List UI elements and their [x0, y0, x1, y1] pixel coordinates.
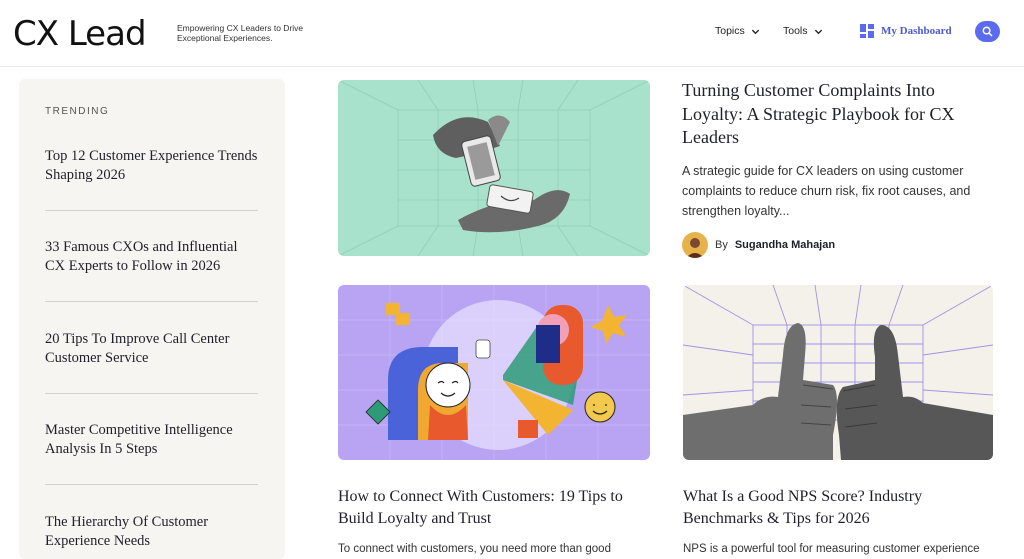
- article-image[interactable]: [338, 285, 650, 460]
- featured-article-title[interactable]: Turning Customer Complaints Into Loyalty…: [682, 79, 982, 150]
- trending-item[interactable]: Top 12 Customer Experience Trends Shapin…: [45, 147, 260, 185]
- article-title[interactable]: What Is a Good NPS Score? Industry Bench…: [683, 486, 983, 529]
- my-dashboard-label: My Dashboard: [881, 25, 952, 37]
- divider: [45, 210, 258, 211]
- article-title[interactable]: How to Connect With Customers: 19 Tips t…: [338, 486, 648, 529]
- author-prefix: By: [715, 239, 728, 251]
- dashboard-icon: [860, 24, 874, 38]
- trending-item[interactable]: The Hierarchy Of Customer Experience Nee…: [45, 513, 260, 551]
- connect-customers-illustration: [338, 285, 650, 460]
- site-tagline: Empowering CX Leaders to Drive Exception…: [177, 23, 304, 43]
- trending-item[interactable]: 20 Tips To Improve Call Center Customer …: [45, 330, 260, 368]
- article-image[interactable]: [683, 285, 993, 460]
- nav-topics-label: Topics: [715, 25, 745, 37]
- trending-item[interactable]: 33 Famous CXOs and Influential CX Expert…: [45, 238, 260, 276]
- divider: [45, 484, 258, 485]
- nav-tools[interactable]: Tools: [783, 25, 823, 37]
- featured-article-image[interactable]: [338, 80, 650, 256]
- article-excerpt: NPS is a powerful tool for measuring cus…: [683, 543, 980, 555]
- article-excerpt: To connect with customers, you need more…: [338, 543, 611, 555]
- site-logo[interactable]: CX Lead: [13, 14, 147, 54]
- nav-tools-label: Tools: [783, 25, 808, 37]
- search-button[interactable]: [975, 21, 1000, 42]
- divider: [45, 393, 258, 394]
- hands-with-cards-illustration: [338, 80, 650, 256]
- thumbs-up-illustration: [683, 285, 993, 460]
- search-icon: [982, 26, 993, 37]
- nav-topics[interactable]: Topics: [715, 25, 760, 37]
- author-name[interactable]: Sugandha Mahajan: [735, 239, 835, 251]
- chevron-down-icon: [751, 29, 759, 34]
- featured-article-excerpt: A strategic guide for CX leaders on usin…: [682, 164, 971, 218]
- chevron-down-icon: [814, 29, 822, 34]
- featured-article-byline: By Sugandha Mahajan: [682, 232, 835, 258]
- trending-heading: TRENDING: [45, 106, 110, 117]
- author-avatar: [682, 232, 708, 258]
- my-dashboard-link[interactable]: My Dashboard: [860, 24, 952, 38]
- divider: [45, 301, 258, 302]
- site-header: CX Lead Empowering CX Leaders to Drive E…: [0, 0, 1024, 67]
- trending-item[interactable]: Master Competitive Intelligence Analysis…: [45, 421, 260, 459]
